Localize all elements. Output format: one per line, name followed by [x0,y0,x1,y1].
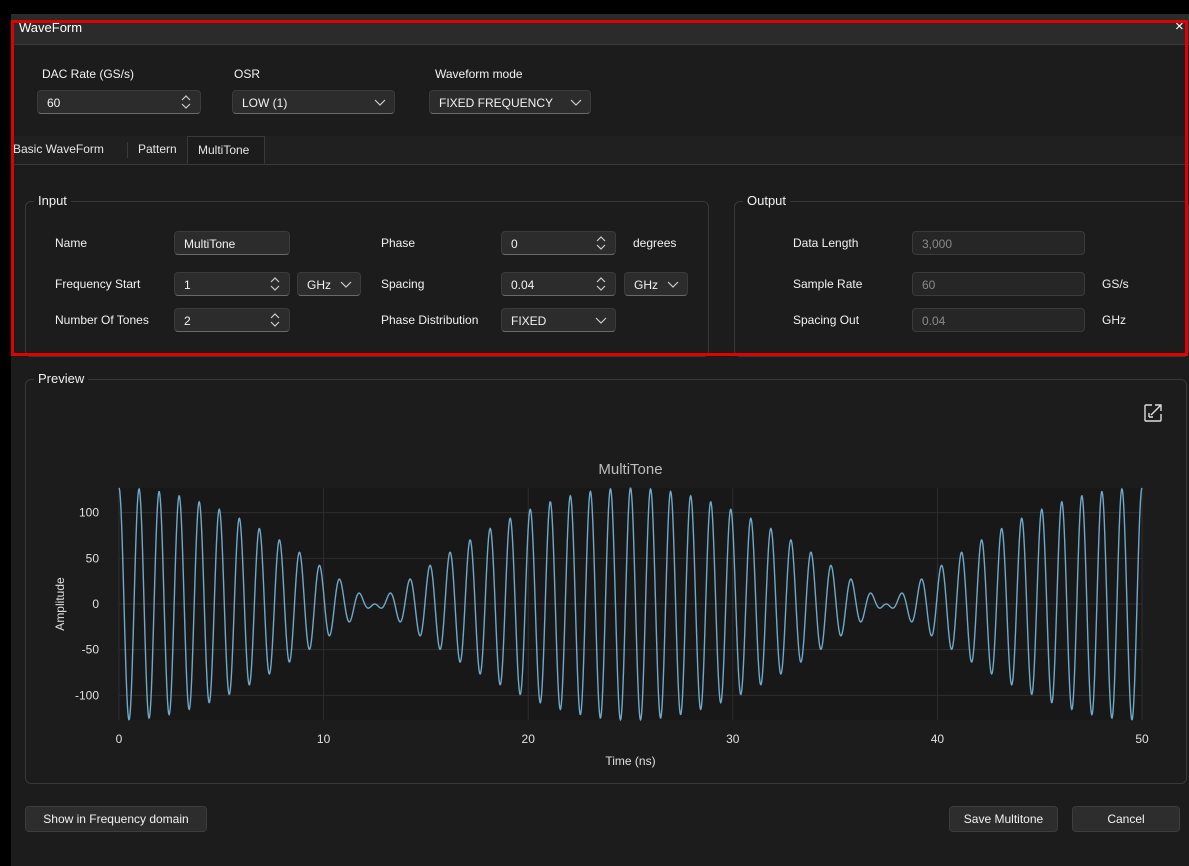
osr-value: LOW (1) [242,96,288,110]
chart-title: MultiTone [598,461,662,478]
data-length-label: Data Length [793,236,859,250]
phase-distribution-value: FIXED [511,314,547,328]
number-of-tones-label: Number Of Tones [55,313,149,327]
title-bar: WaveForm × [11,14,1189,45]
cancel-button[interactable]: Cancel [1072,806,1180,832]
spin-updown-icon[interactable] [269,276,281,292]
y-tick-label: -100 [75,688,99,702]
spacing-out-label: Spacing Out [793,313,860,327]
tab-bar: Basic WaveForm Pattern MultiTone [11,136,1189,165]
phase-stepper[interactable]: 0 [501,231,616,255]
number-of-tones-value: 2 [184,314,191,328]
x-tick-label: 20 [522,732,536,746]
phase-label: Phase [381,236,416,250]
spin-updown-icon[interactable] [269,312,281,328]
input-group-title: Input [34,193,71,208]
number-of-tones-stepper[interactable]: 2 [174,308,290,332]
preview-group-title: Preview [34,371,89,386]
sample-rate-unit: GS/s [1102,277,1129,291]
expand-icon[interactable] [1142,402,1164,424]
spacing-label: Spacing [381,277,425,291]
spacing-out-field: 0.04 [912,308,1085,332]
x-tick-label: 10 [317,732,331,746]
tab-separator [127,142,128,158]
phase-distribution-select[interactable]: FIXED [501,308,616,332]
data-length-field: 3,000 [912,231,1085,255]
x-tick-label: 50 [1135,732,1149,746]
y-tick-label: 100 [79,506,99,520]
tab-basic-waveform[interactable]: Basic WaveForm [13,136,104,164]
frequency-unit-select[interactable]: GHz [297,272,361,296]
waveform-mode-select[interactable]: FIXED FREQUENCY [429,90,591,114]
tab-multitone[interactable]: MultiTone [187,136,265,164]
phase-distribution-label: Phase Distribution [381,313,479,327]
chevron-down-icon [570,99,582,106]
phase-unit-label: degrees [633,236,677,250]
waveform-dialog: WaveForm × DAC Rate (GS/s) 60 OSR LOW (1… [11,14,1189,866]
spacing-unit-select[interactable]: GHz [624,272,688,296]
spacing-out-unit: GHz [1102,313,1126,327]
frequency-unit-value: GHz [307,278,331,292]
phase-value: 0 [511,237,518,251]
spacing-unit-value: GHz [634,278,658,292]
name-value: MultiTone [184,237,236,251]
chevron-down-icon [667,281,679,288]
chevron-down-icon [340,281,352,288]
output-group-title: Output [743,193,791,208]
osr-select[interactable]: LOW (1) [232,90,395,114]
data-length-value: 3,000 [922,237,953,251]
spin-updown-icon[interactable] [595,276,607,292]
sample-rate-field: 60 [912,272,1085,296]
window-title: WaveForm [19,20,83,35]
x-axis-label: Time (ns) [605,754,655,768]
spin-updown-icon[interactable] [180,94,192,110]
osr-label: OSR [234,67,261,81]
waveform-mode-value: FIXED FREQUENCY [439,96,554,110]
y-tick-label: 0 [92,597,99,611]
spacing-out-value: 0.04 [922,314,946,328]
waveform-mode-label: Waveform mode [435,67,523,81]
chevron-down-icon [374,99,386,106]
sample-rate-label: Sample Rate [793,277,863,291]
dac-rate-label: DAC Rate (GS/s) [42,67,135,81]
spin-updown-icon[interactable] [595,235,607,251]
dac-rate-value: 60 [47,96,61,110]
tab-pattern[interactable]: Pattern [138,136,177,164]
y-tick-label: 50 [86,551,100,565]
sample-rate-value: 60 [922,278,936,292]
frequency-start-label: Frequency Start [55,277,141,291]
x-tick-label: 40 [931,732,945,746]
frequency-start-value: 1 [184,278,191,292]
x-tick-label: 0 [116,732,123,746]
spacing-value: 0.04 [511,278,535,292]
spacing-stepper[interactable]: 0.04 [501,272,616,296]
show-frequency-domain-button[interactable]: Show in Frequency domain [25,806,207,832]
dac-rate-stepper[interactable]: 60 [37,90,201,114]
name-label: Name [55,236,88,250]
y-axis-label: Amplitude [53,577,67,631]
y-tick-label: -50 [82,643,100,657]
name-input[interactable]: MultiTone [174,231,290,255]
close-icon[interactable]: × [1175,18,1189,36]
save-multitone-button[interactable]: Save Multitone [949,806,1058,832]
multitone-chart: MultiTone 0 10 20 30 40 50 100 50 0 -50 -100 Time (n… [53,461,1149,768]
x-tick-label: 30 [726,732,740,746]
chevron-down-icon [595,317,607,324]
frequency-start-stepper[interactable]: 1 [174,272,290,296]
